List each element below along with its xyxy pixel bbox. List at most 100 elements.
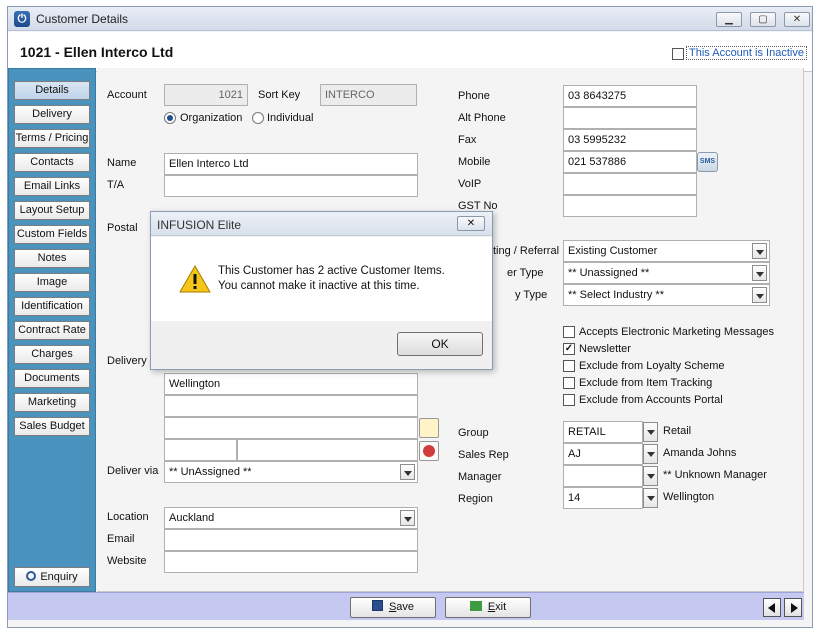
ta-field[interactable] [164,175,418,197]
sidebar-item-marketing[interactable]: Marketing [14,393,90,412]
altphone-field[interactable] [563,107,697,129]
sidebar-item-notes[interactable]: Notes [14,249,90,268]
manager-field[interactable] [563,465,643,487]
sortkey-field[interactable]: INTERCO [320,84,417,106]
voip-field[interactable] [563,173,697,195]
deliver-via-select[interactable]: ** UnAssigned ** [164,461,418,483]
exit-icon [469,601,482,611]
chevron-down-icon[interactable] [643,422,658,442]
voip-label: VoIP [458,178,482,190]
postal-label: Postal [107,222,138,234]
salesrep-field[interactable]: AJ [563,443,643,465]
mobile-field[interactable]: 021 537886 [563,151,697,173]
dialog-body: This Customer has 2 active Customer Item… [151,237,492,321]
sidebar-item-custom-fields[interactable]: Custom Fields [14,225,90,244]
delivery-city-field[interactable]: Wellington [164,373,418,395]
chevron-down-icon[interactable] [643,444,658,464]
address-book-icon[interactable] [419,418,439,438]
ta-label: T/A [107,179,125,191]
page-title: 1021 - Ellen Interco Ltd [20,44,174,60]
chevron-down-icon[interactable] [643,466,658,486]
chevron-down-icon[interactable] [643,488,658,508]
sidebar-item-sales-budget[interactable]: Sales Budget [14,417,90,436]
accepts-marketing-checkbox[interactable] [563,326,575,338]
sidebar-item-identification[interactable]: Identification [14,297,90,316]
gst-field[interactable] [563,195,697,217]
minimize-button[interactable]: ▁ [716,12,742,27]
inactive-label[interactable]: This Account is Inactive [686,46,807,60]
region-desc: Wellington [663,491,715,503]
bottom-toolbar: Save Exit [8,592,804,620]
deliver-via-label: Deliver via [107,465,159,477]
delivery-line-field[interactable] [164,395,418,417]
account-label: Account [107,89,147,101]
sidebar-item-email-links[interactable]: Email Links [14,177,90,196]
dialog-close-button[interactable]: ✕ [457,216,485,231]
delivery-postcode-field[interactable] [164,439,237,461]
newsletter-checkbox[interactable]: ✓ [563,343,575,355]
fax-label: Fax [458,134,477,146]
sidebar-item-contract-rate[interactable]: Contract Rate [14,321,90,340]
group-field[interactable]: RETAIL [563,421,643,443]
accepts-marketing-label: Accepts Electronic Marketing Messages [579,326,775,338]
chevron-down-icon[interactable] [752,287,767,303]
email-field[interactable] [164,529,418,551]
magnifier-icon [26,571,37,581]
sidebar-item-details[interactable]: Details [14,81,90,100]
sidebar-item-layout-setup[interactable]: Layout Setup [14,201,90,220]
industry-type-select[interactable]: ** Select Industry ** [563,284,770,306]
individual-radio[interactable] [252,112,264,124]
chevron-down-icon[interactable] [400,464,415,480]
previous-record-button[interactable] [763,598,781,617]
customer-type-value: ** Unassigned ** [568,267,650,279]
close-window-button[interactable]: ✕ [784,12,810,27]
newsletter-label: Newsletter [579,343,631,355]
window-title: Customer Details [36,12,129,26]
enquiry-button[interactable]: Enquiry [14,567,90,587]
fax-field[interactable]: 03 5995232 [563,129,697,151]
exclude-portal-label: Exclude from Accounts Portal [579,394,723,406]
exclude-portal-checkbox[interactable] [563,394,575,406]
warning-icon [179,265,211,293]
title-bar: ⏻ Customer Details ▁ ▢ ✕ [8,7,812,31]
name-field[interactable]: Ellen Interco Ltd [164,153,418,175]
chevron-down-icon[interactable] [752,243,767,259]
dialog-title-bar: INFUSION Elite ✕ [151,212,492,236]
referral-select[interactable]: Existing Customer [563,240,770,262]
referral-label: ting / Referral [493,245,560,257]
sms-icon[interactable]: SMS [697,152,718,172]
location-select[interactable]: Auckland [164,507,418,529]
map-pin-icon[interactable] [419,441,439,461]
ok-button[interactable]: OK [397,332,483,356]
delivery-line2-field[interactable] [164,417,418,439]
phone-field[interactable]: 03 8643275 [563,85,697,107]
exit-button[interactable]: Exit [445,597,531,618]
name-label: Name [107,157,137,169]
website-field[interactable] [164,551,418,573]
website-label: Website [107,555,147,567]
organization-radio[interactable] [164,112,176,124]
altphone-label: Alt Phone [458,112,506,124]
customer-type-select[interactable]: ** Unassigned ** [563,262,770,284]
sidebar-item-image[interactable]: Image [14,273,90,292]
delivery-country-field[interactable] [237,439,418,461]
organization-label: Organization [180,112,243,124]
save-button[interactable]: Save [350,597,436,618]
disk-icon [371,600,383,611]
inactive-checkbox[interactable] [672,48,684,60]
next-record-button[interactable] [784,598,802,617]
exclude-loyalty-checkbox[interactable] [563,360,575,372]
sidebar-item-delivery[interactable]: Delivery [14,105,90,124]
sidebar-item-contacts[interactable]: Contacts [14,153,90,172]
sidebar-item-documents[interactable]: Documents [14,369,90,388]
sidebar-item-terms-pricing[interactable]: Terms / Pricing [14,129,90,148]
account-field[interactable]: 1021 [164,84,248,106]
region-field[interactable]: 14 [563,487,643,509]
group-label: Group [458,427,489,439]
chevron-down-icon[interactable] [752,265,767,281]
exclude-tracking-checkbox[interactable] [563,377,575,389]
chevron-down-icon[interactable] [400,510,415,526]
sidebar-item-charges[interactable]: Charges [14,345,90,364]
maximize-button[interactable]: ▢ [750,12,776,27]
referral-value: Existing Customer [568,245,658,257]
